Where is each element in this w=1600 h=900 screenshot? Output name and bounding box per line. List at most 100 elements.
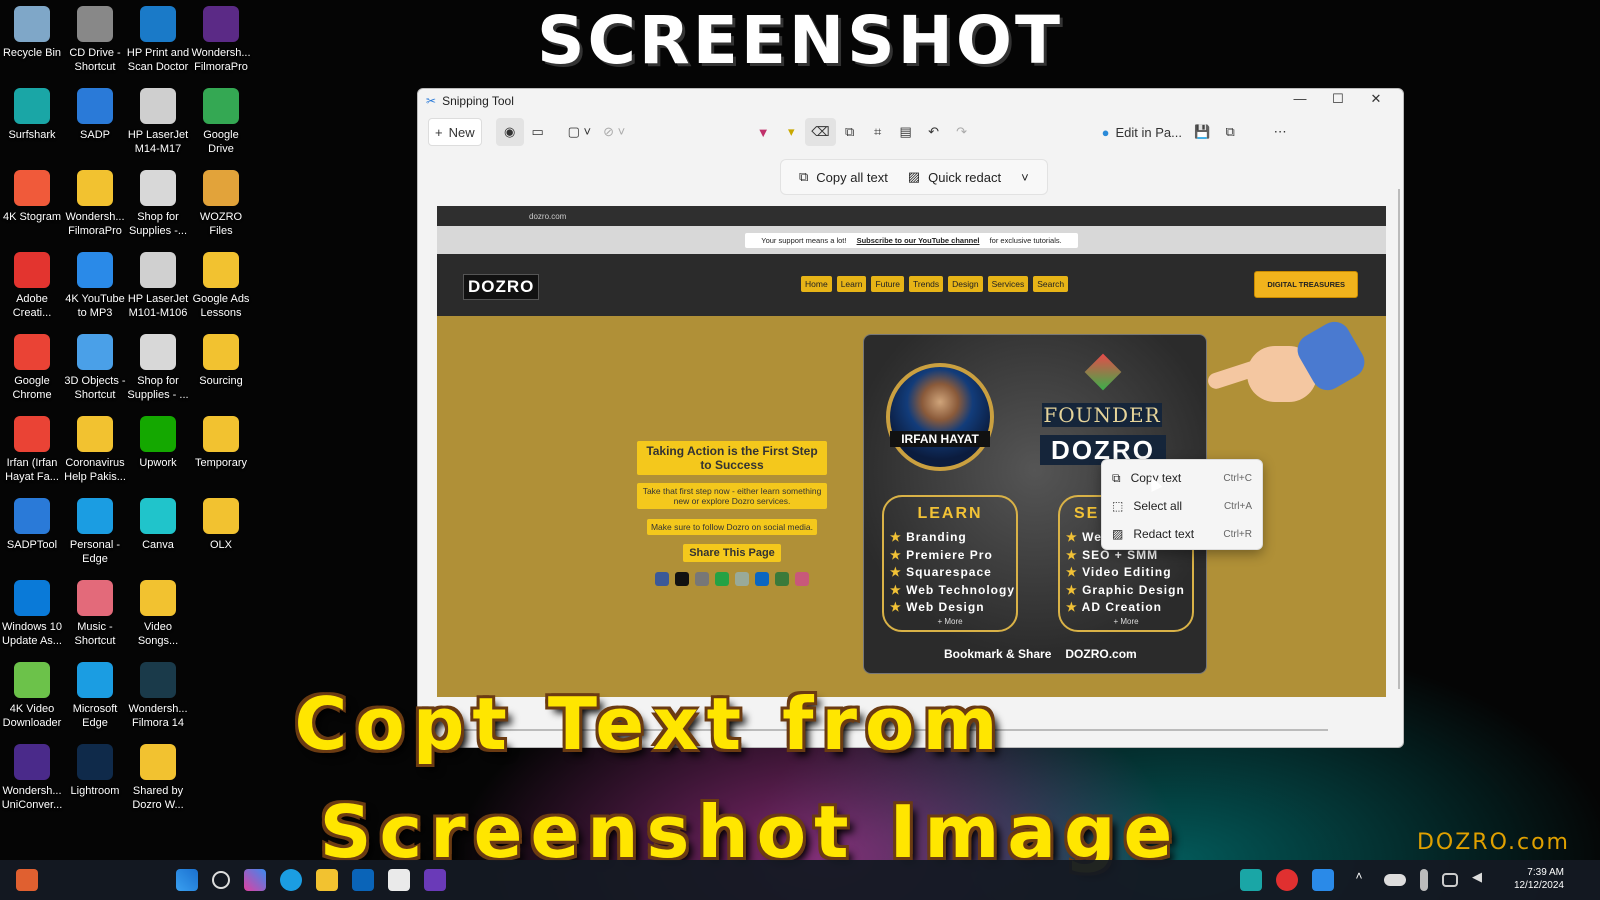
close-icon[interactable]: ✕ [1357,91,1395,107]
edit-in-paint-button[interactable]: ● Edit in Pa... [1096,118,1188,146]
desktop-icon[interactable]: Temporary [189,414,253,470]
filmora-icon[interactable] [424,869,446,891]
chevron-up-icon[interactable]: ˄ [1348,869,1370,891]
desktop-icon[interactable]: Shop for Supplies - ... [126,332,190,402]
desktop-icon[interactable]: OLX [189,496,253,552]
desktop-icon[interactable]: Personal - Edge [63,496,127,566]
desktop-icon[interactable]: Canva [126,496,190,552]
desktop-icon[interactable]: SADP [63,86,127,142]
desktop-icon[interactable]: HP LaserJet M14-M17 [126,86,190,156]
desktop-icon[interactable]: Google Chrome [0,332,64,402]
vertical-scrollbar[interactable] [1398,189,1400,689]
scissors-icon: ✂ [426,94,437,108]
file-explorer-icon[interactable] [316,869,338,891]
clock-time: 7:39 AM [1527,867,1564,878]
desktop-icon[interactable]: SADPTool [0,496,64,552]
desktop-icon[interactable]: Video Songs... [126,578,190,648]
notice-bar: Your support means a lot! Subscribe to o… [437,226,1386,254]
maximize-icon[interactable]: ☐ [1319,91,1357,107]
share-icon [735,572,749,586]
nav-link: Search [1033,276,1069,292]
outlook-icon[interactable] [352,869,374,891]
desktop-icon[interactable]: HP LaserJet M101-M106 [126,250,190,320]
shapes-icon[interactable]: ⧉ [836,118,864,146]
eraser-icon[interactable]: ⌫ [805,118,836,146]
desktop-icon[interactable]: Recycle Bin [0,4,64,60]
more-options-icon[interactable]: ⋯ [1266,118,1294,146]
desktop-icon[interactable]: Google Drive [189,86,253,156]
app-icon [140,334,176,370]
record-icon[interactable] [1276,869,1298,891]
network-icon[interactable] [1442,873,1458,887]
volume-icon[interactable]: ◀ [1472,869,1494,891]
site-header: DOZRO Home Learn Future Trends Design Service… [437,254,1386,316]
text-actions-icon[interactable]: ▤ [892,118,920,146]
copy-icon[interactable]: ⧉ [1216,118,1244,146]
store-icon[interactable] [388,869,410,891]
hero-text: Taking Action is the First Step to Succe… [637,441,827,586]
minimize-icon[interactable]: — [1281,91,1319,107]
onedrive-icon[interactable] [1384,874,1406,886]
copy-icon: ⧉ [1112,470,1121,485]
surfshark-icon[interactable] [1240,869,1262,891]
search-icon[interactable] [212,871,230,889]
delay-icon[interactable]: ⊘ ˅ [597,118,631,146]
edge-icon[interactable] [280,869,302,891]
desktop-icon[interactable]: Wondersh... FilmoraPro [63,168,127,238]
crop-icon[interactable]: ⌗ [864,118,892,146]
snip-shape-icon[interactable]: ▢ ˅ [562,118,598,146]
desktop-icon[interactable]: Music - Shortcut [63,578,127,648]
new-button[interactable]: + New [428,118,482,146]
start-icon[interactable] [176,869,198,891]
redact-text-menu-item[interactable]: ▨ Redact text Ctrl+R [1102,520,1262,548]
desktop-icon[interactable]: 4K YouTube to MP3 [63,250,127,320]
chevron-down-icon[interactable]: ˅ [1011,170,1039,185]
captured-screenshot: dozro.com Your support means a lot! Subs… [437,206,1386,697]
desktop-icon[interactable]: Irfan (Irfan Hayat Fa... [0,414,64,484]
desktop-icon[interactable]: Wondersh... FilmoraPro [189,4,253,74]
desktop-icon[interactable]: Surfshark [0,86,64,142]
app-icon [14,252,50,288]
desktop-icon[interactable]: Sourcing [189,332,253,388]
app-icon [140,252,176,288]
highlighter-icon[interactable]: ▾ [777,118,805,146]
desktop-icon-label: SADPTool [6,539,58,551]
screenshot-mode-icon[interactable]: ◉ [495,118,524,146]
linkedin-icon [755,572,769,586]
desktop-icon[interactable]: 3D Objects - Shortcut [63,332,127,402]
clock[interactable]: 7:39 AM 12/12/2024 [1514,866,1564,892]
redo-icon[interactable]: ↷ [948,118,976,146]
desktop-icon[interactable]: Coronavirus Help Pakis... [63,414,127,484]
microphone-icon[interactable] [1420,869,1428,891]
pen-icon[interactable]: ▼ [749,118,777,146]
desktop-icon[interactable]: Google Ads Lessons [189,250,253,320]
toolbar: + New ◉ ▭ ▢ ˅ ⊘ ˅ ▼ ▾ ⌫ ⧉ ⌗ ▤ ↶ ↷ ● Edit i… [428,115,1393,149]
select-all-menu-item[interactable]: ⬚ Select all Ctrl+A [1102,492,1262,520]
desktop-icon[interactable]: HP Print and Scan Doctor [126,4,190,74]
copilot-icon[interactable] [244,869,266,891]
desktop-icon[interactable]: Shop for Supplies -... [126,168,190,238]
weather-icon[interactable] [16,869,38,891]
bookmark-label: Bookmark & Share [944,647,1052,661]
app-icon [77,170,113,206]
desktop-icon[interactable]: Adobe Creati... [0,250,64,320]
quick-redact-button[interactable]: ▨ Quick redact [898,169,1011,185]
desktop-icon[interactable]: Upwork [126,414,190,470]
desktop-icon[interactable]: 4K Stogram [0,168,64,224]
undo-icon[interactable]: ↶ [920,118,948,146]
hero-follow: Make sure to follow Dozro on social medi… [646,519,818,535]
app-icon [140,88,176,124]
copy-all-text-button[interactable]: ⧉ Copy all text [789,169,898,185]
learn-item: Squarespace [884,564,1016,582]
site-nav: Home Learn Future Trends Design Services Searc… [801,276,1069,292]
pointing-hand [1205,316,1371,416]
video-mode-icon[interactable]: ▭ [524,118,552,146]
desktop-icon[interactable]: Windows 10 Update As... [0,578,64,648]
snipping-tool-icon[interactable] [1312,869,1334,891]
desktop-icon[interactable]: CD Drive - Shortcut [63,4,127,74]
save-icon[interactable]: 💾 [1188,118,1216,146]
desktop-icon-label: Wondersh... FilmoraPro [65,211,125,237]
copy-text-menu-item[interactable]: ⧉ Copy text Ctrl+C [1102,464,1262,492]
desktop-icon-label: CD Drive - Shortcut [69,47,121,73]
desktop-icon[interactable]: WOZRO Files [189,168,253,238]
